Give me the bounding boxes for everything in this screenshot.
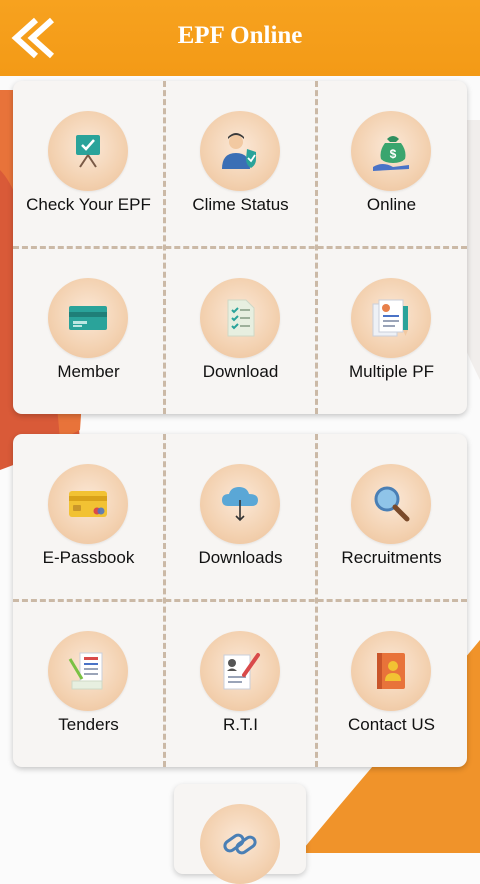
tile-label: Member <box>57 362 120 381</box>
tile-label: Recruitments <box>341 548 442 567</box>
tile-icon-circle <box>351 631 431 711</box>
tender-documents-icon <box>68 652 103 690</box>
tile-contact-us[interactable]: Contact US <box>316 601 467 767</box>
tile-icon-circle <box>200 804 280 884</box>
officer-with-shield-icon <box>222 133 256 169</box>
tile-label: Download <box>202 362 279 381</box>
checklist-board-icon <box>76 135 100 168</box>
tile-rti[interactable]: R.T.I <box>165 601 316 767</box>
tile-multiple-pf[interactable]: Multiple PF <box>316 248 467 414</box>
tile-label: Check Your EPF <box>26 195 151 214</box>
tile-icon-circle: $ <box>351 111 431 191</box>
tile-label: Tenders <box>58 715 119 734</box>
credit-card-icon <box>69 491 107 517</box>
link-chain-icon <box>223 833 257 855</box>
magnifier-icon <box>374 486 410 522</box>
form-with-pen-icon <box>223 653 260 690</box>
tile-member[interactable]: Member <box>13 248 164 414</box>
tile-links[interactable] <box>174 784 306 884</box>
resume-documents-icon <box>372 299 408 337</box>
tile-icon-circle <box>200 464 280 544</box>
tile-icon-circle <box>48 111 128 191</box>
tile-icon-circle <box>200 111 280 191</box>
tile-tenders[interactable]: Tenders <box>13 601 164 767</box>
tile-check-your-epf[interactable]: Check Your EPF <box>13 81 164 247</box>
tile-clime-status[interactable]: Clime Status <box>165 81 316 247</box>
tile-label: R.T.I <box>223 715 258 734</box>
money-bag-hand-icon: $ <box>373 136 409 171</box>
tile-icon-circle <box>200 278 280 358</box>
svg-text:$: $ <box>390 147 397 161</box>
tile-recruitments[interactable]: Recruitments <box>316 434 467 600</box>
tile-downloads[interactable]: Downloads <box>165 434 316 600</box>
member-card-icon <box>69 306 107 330</box>
tile-icon-circle <box>351 278 431 358</box>
tile-icon-circle <box>48 278 128 358</box>
tile-icon-circle <box>200 631 280 711</box>
tile-e-passbook[interactable]: E-Passbook <box>13 434 164 600</box>
tile-label: E-Passbook <box>42 548 135 567</box>
tile-icon-circle <box>48 464 128 544</box>
tile-online[interactable]: $ Online <box>316 81 467 247</box>
tile-label: Downloads <box>198 548 283 567</box>
menu-card-primary: Check Your EPF Clime Status $ Online Mem… <box>13 81 467 414</box>
tile-label: Multiple PF <box>348 362 435 381</box>
tile-icon-circle <box>48 631 128 711</box>
tile-label: Online <box>366 195 417 214</box>
document-checklist-icon <box>227 299 255 337</box>
tile-icon-circle <box>351 464 431 544</box>
cloud-download-icon <box>222 487 258 522</box>
tile-download[interactable]: Download <box>165 248 316 414</box>
tile-label: Contact US <box>348 715 435 734</box>
menu-card-secondary: E-Passbook Downloads Recruitments Tender… <box>13 434 467 767</box>
page-title: EPF Online <box>177 22 303 49</box>
tile-label: Clime Status <box>192 195 289 214</box>
app-header: EPF Online <box>0 0 480 76</box>
address-book-icon <box>377 653 405 689</box>
